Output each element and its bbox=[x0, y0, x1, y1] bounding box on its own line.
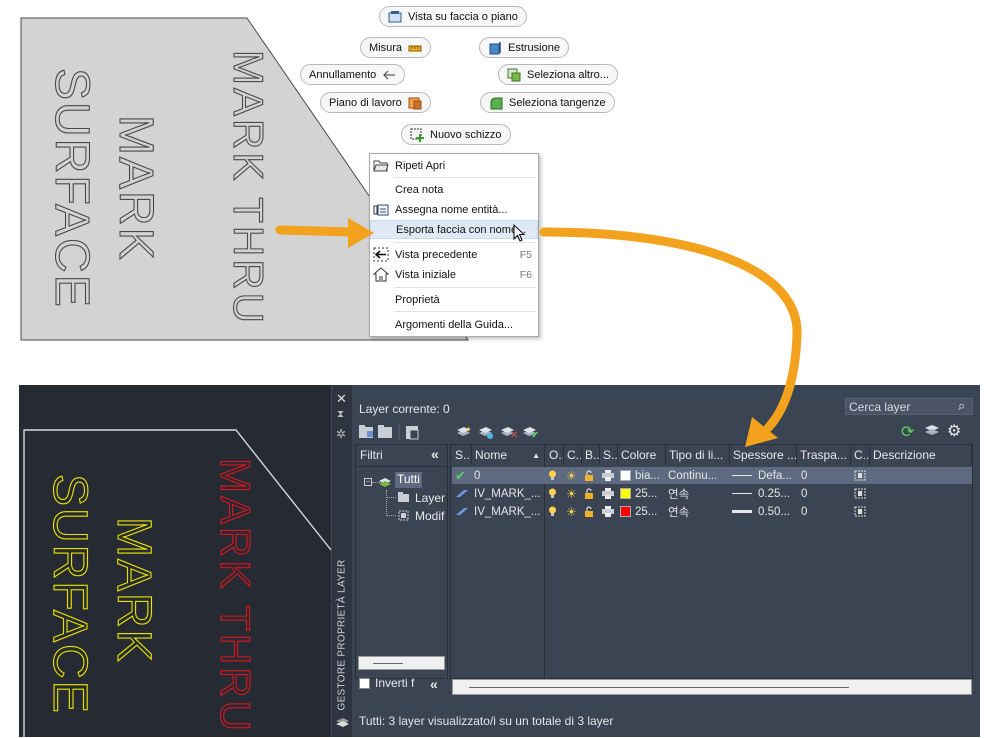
arrow-to-layers bbox=[539, 227, 802, 447]
arrow-to-menu bbox=[275, 218, 374, 248]
annotation-arrows bbox=[275, 218, 802, 447]
